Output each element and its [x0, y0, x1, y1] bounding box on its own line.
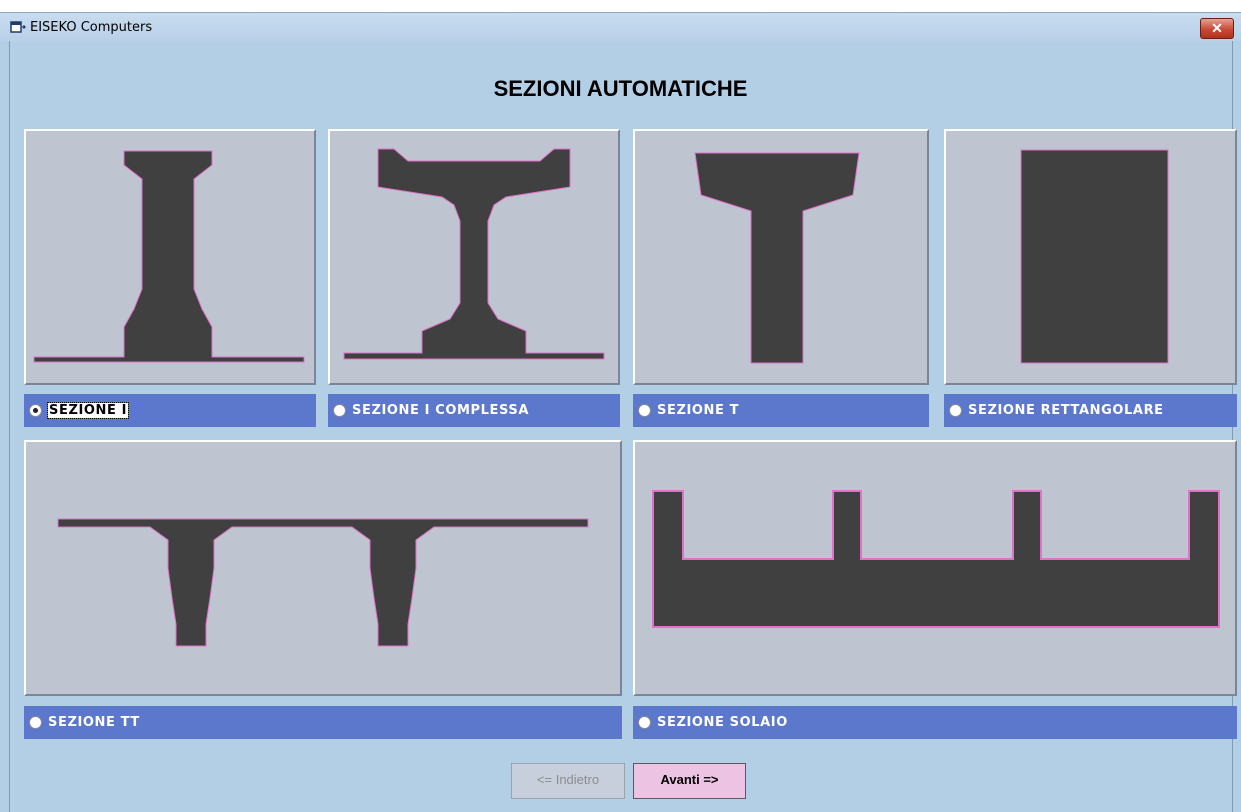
option-label: SEZIONE T [657, 403, 740, 418]
sezione-i-complessa-shape [343, 148, 605, 360]
radio-sezione-tt[interactable] [29, 716, 42, 729]
preview-sezione-i-complessa[interactable] [328, 129, 620, 385]
window-top-edge [0, 0, 1241, 12]
option-sezione-i-complessa[interactable]: SEZIONE I COMPLESSA [328, 394, 620, 427]
radio-sezione-solaio[interactable] [638, 716, 651, 729]
radio-sezione-i[interactable] [29, 404, 42, 417]
window-title: EISEKO Computers [30, 20, 153, 35]
radio-sezione-t[interactable] [638, 404, 651, 417]
close-button[interactable]: ✕ [1200, 18, 1234, 39]
preview-sezione-i[interactable] [24, 129, 316, 385]
option-label: SEZIONE SOLAIO [657, 715, 788, 730]
option-sezione-tt[interactable]: SEZIONE TT [24, 706, 622, 739]
title-bar[interactable]: EISEKO Computers ✕ [0, 12, 1241, 42]
window-border-left [0, 41, 10, 812]
option-sezione-t[interactable]: SEZIONE T [633, 394, 929, 427]
page-title: SEZIONI AUTOMATICHE [493, 76, 748, 101]
option-label: SEZIONE TT [48, 715, 140, 730]
option-sezione-rettangolare[interactable]: SEZIONE RETTANGOLARE [944, 394, 1237, 427]
option-sezione-i[interactable]: SEZIONE I [24, 394, 316, 427]
option-label: SEZIONE I [46, 402, 130, 419]
back-button[interactable]: <= Indietro [511, 763, 625, 799]
sezione-solaio-shape [652, 490, 1220, 628]
app-icon [10, 21, 26, 33]
preview-sezione-tt[interactable] [24, 440, 622, 696]
option-label: SEZIONE RETTANGOLARE [968, 403, 1164, 418]
radio-sezione-i-complessa[interactable] [333, 404, 346, 417]
close-icon: ✕ [1211, 20, 1223, 36]
sezione-t-shape [694, 152, 860, 364]
option-sezione-solaio[interactable]: SEZIONE SOLAIO [633, 706, 1237, 739]
preview-sezione-solaio[interactable] [633, 440, 1237, 696]
preview-sezione-rettangolare[interactable] [944, 129, 1237, 385]
next-button[interactable]: Avanti => [633, 763, 746, 799]
radio-sezione-rettangolare[interactable] [949, 404, 962, 417]
option-label: SEZIONE I COMPLESSA [352, 403, 530, 418]
sezione-i-shape [33, 150, 305, 363]
sezione-tt-shape [57, 518, 589, 647]
sezione-rettangolare-shape [1020, 149, 1169, 364]
preview-sezione-t[interactable] [633, 129, 929, 385]
